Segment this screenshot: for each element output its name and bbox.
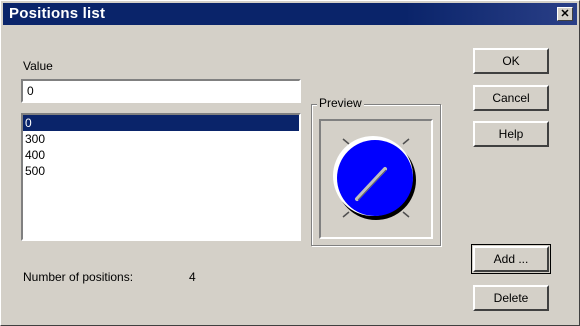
tick-mark bbox=[342, 138, 350, 145]
delete-button[interactable]: Delete bbox=[473, 285, 549, 311]
tick-mark bbox=[402, 211, 410, 218]
preview-panel bbox=[319, 119, 433, 239]
tick-mark bbox=[402, 138, 410, 145]
ok-button[interactable]: OK bbox=[473, 48, 549, 74]
positions-count-value: 4 bbox=[189, 270, 196, 284]
title-bar[interactable]: Positions list ✕ bbox=[3, 3, 577, 25]
cancel-button[interactable]: Cancel bbox=[473, 85, 549, 111]
list-item[interactable]: 300 bbox=[23, 131, 299, 147]
value-label: Value bbox=[23, 59, 53, 73]
dialog-title: Positions list bbox=[9, 5, 106, 22]
close-icon[interactable]: ✕ bbox=[557, 7, 573, 21]
list-item[interactable]: 500 bbox=[23, 163, 299, 179]
tick-mark bbox=[342, 211, 350, 218]
knob-preview bbox=[333, 136, 416, 220]
list-item[interactable]: 0 bbox=[23, 115, 299, 131]
list-item[interactable]: 400 bbox=[23, 147, 299, 163]
help-button[interactable]: Help bbox=[473, 121, 549, 147]
positions-list-dialog: Positions list ✕ Value 0 300 400 500 Pre… bbox=[0, 0, 580, 326]
value-input[interactable] bbox=[21, 79, 301, 103]
positions-list[interactable]: 0 300 400 500 bbox=[21, 113, 301, 241]
preview-label: Preview bbox=[317, 96, 364, 110]
positions-count-label: Number of positions: bbox=[23, 270, 134, 284]
add-button[interactable]: Add ... bbox=[473, 246, 549, 272]
